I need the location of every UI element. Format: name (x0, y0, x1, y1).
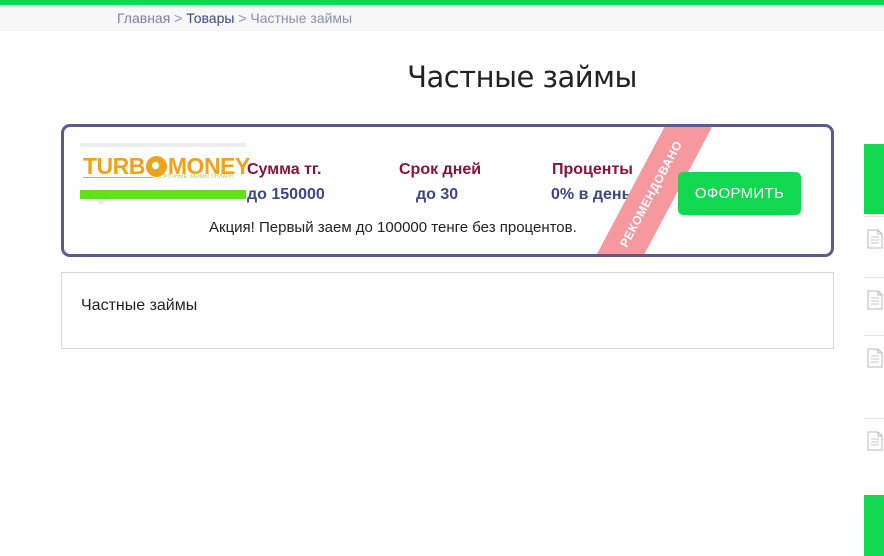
breadcrumb-separator: > (238, 10, 247, 26)
breadcrumb-products-link[interactable]: Товары (186, 10, 234, 26)
side-green-tab[interactable] (864, 144, 884, 214)
apply-button[interactable]: ОФОРМИТЬ (678, 172, 801, 215)
breadcrumb-current: Частные займы (250, 10, 353, 26)
side-doc-item[interactable] (864, 418, 884, 478)
term-label: Срок дней (399, 161, 482, 178)
logo-tagline: СРОЧНЫЕ ЗАЙМЫ ОНЛАЙН (160, 174, 234, 180)
page-title: Частные займы (407, 60, 637, 94)
breadcrumb-home-link[interactable]: Главная (117, 10, 170, 26)
logo-notch (94, 199, 108, 205)
document-icon (867, 348, 883, 368)
content-panel: Частные займы (61, 272, 834, 349)
promo-text: Акция! Первый заем до 100000 тенге без п… (209, 219, 577, 236)
side-doc-item[interactable] (864, 216, 884, 276)
breadcrumb: Главная > Товары > Частные займы (117, 10, 352, 26)
content-title: Частные займы (81, 297, 198, 314)
document-icon (867, 290, 883, 310)
term-value: до 30 (416, 186, 459, 203)
amount-value: до 150000 (247, 186, 325, 203)
logo-divider (83, 177, 153, 178)
breadcrumb-separator: > (174, 10, 183, 26)
amount-label: Сумма тг. (247, 161, 322, 178)
turbomoney-logo[interactable]: TURB MONEY СРОЧНЫЕ ЗАЙМЫ ОНЛАЙН (80, 143, 250, 205)
document-icon (867, 229, 883, 249)
side-green-tab[interactable] (864, 495, 884, 556)
side-doc-item[interactable] (864, 277, 884, 337)
side-doc-item[interactable] (864, 335, 884, 395)
offer-card: TURB MONEY СРОЧНЫЕ ЗАЙМЫ ОНЛАЙН Сумма тг.… (61, 124, 834, 257)
document-icon (867, 431, 883, 451)
logo-green-strip (80, 190, 246, 199)
rate-value: 0% в день (551, 186, 632, 203)
rate-label: Проценты (552, 161, 633, 178)
